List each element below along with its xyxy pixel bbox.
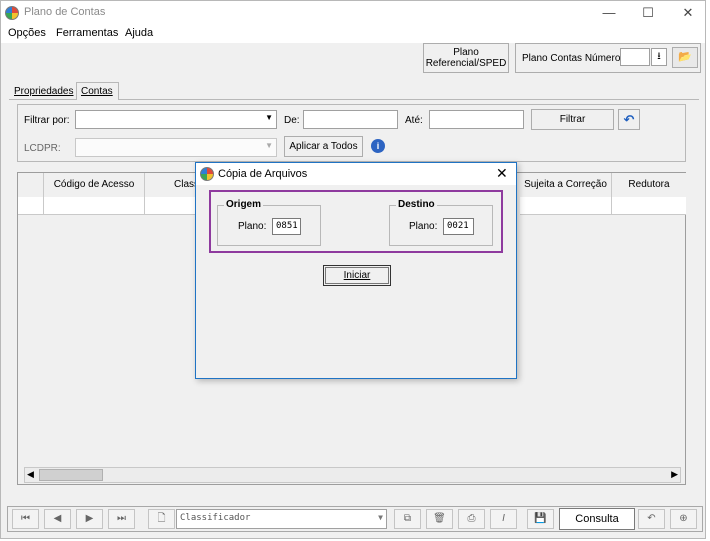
main-window: Plano de Contas — ☐ ✕ Opções Ferramentas… — [0, 0, 706, 539]
origem-group: Origem Plano: 0851 — [217, 199, 321, 246]
filtrar-button[interactable]: Filtrar — [531, 109, 614, 130]
table-cell[interactable] — [44, 197, 145, 215]
de-input[interactable] — [303, 110, 398, 129]
maximize-button[interactable]: ☐ — [636, 4, 660, 22]
consulta-mode[interactable]: Consulta — [559, 508, 635, 530]
delete-record-icon[interactable]: 🗑 — [426, 509, 453, 529]
lcdpr-label: LCDPR: — [24, 143, 61, 154]
classificador-select[interactable]: Classificador ▼ — [176, 509, 387, 529]
plano-numero-label: Plano Contas Número — [522, 53, 621, 64]
menu-bar: Opções Ferramentas Ajuda — [1, 25, 705, 43]
tab-contas-label: Contas — [81, 86, 113, 97]
next-record-icon[interactable]: ▶ — [76, 509, 103, 529]
filtrar-por-label: Filtrar por: — [24, 115, 70, 126]
save-icon[interactable]: 💾 — [527, 509, 554, 529]
chevron-down-icon: ▼ — [378, 513, 383, 522]
menu-opcoes[interactable]: Opções — [8, 27, 46, 39]
dialog-title: Cópia de Arquivos — [218, 168, 308, 180]
grid-header-sujeita[interactable]: Sujeita a Correção — [520, 173, 612, 197]
destino-legend: Destino — [396, 199, 437, 210]
origem-plano-input[interactable]: 0851 — [272, 218, 301, 235]
tab-propriedades[interactable]: Propriedades — [14, 86, 73, 97]
chevron-down-icon: ▼ — [265, 113, 273, 122]
destino-plano-input[interactable]: 0021 — [443, 218, 474, 235]
iniciar-button[interactable]: Iniciar — [323, 265, 391, 286]
window-title: Plano de Contas — [24, 6, 106, 18]
plano-numero-group: Plano Contas Número ⭳ 📂 — [515, 43, 701, 73]
de-label: De: — [284, 115, 300, 126]
dialog-title-bar: Cópia de Arquivos ✕ — [196, 163, 516, 185]
dialog-close-button[interactable]: ✕ — [496, 165, 508, 182]
grid-header-selector — [18, 173, 44, 197]
numero-dropdown-icon[interactable]: ⭳ — [651, 48, 667, 66]
open-folder-icon[interactable]: 📂 — [672, 47, 698, 68]
origem-legend: Origem — [224, 199, 264, 210]
plano-referencial-button[interactable]: Plano Referencial/SPED — [423, 43, 509, 73]
close-window-button[interactable]: ✕ — [676, 4, 700, 22]
plano-ref-line1: Plano — [453, 47, 479, 58]
horizontal-scrollbar[interactable]: ◀ ▶ — [24, 467, 681, 483]
cancel-icon[interactable]: ↶ — [638, 509, 665, 529]
chevron-down-icon: ▼ — [265, 141, 273, 150]
last-record-icon[interactable]: ⏭ — [108, 509, 135, 529]
table-row-selector[interactable] — [18, 197, 44, 215]
new-document-icon[interactable]: 🗋 — [148, 509, 175, 529]
scrollbar-thumb[interactable] — [39, 469, 103, 481]
grid-header-redutora[interactable]: Redutora — [612, 173, 686, 197]
ate-label: Até: — [405, 115, 423, 126]
table-cell[interactable] — [520, 197, 612, 215]
bottom-toolbar: ⏮ ◀ ▶ ⏭ 🗋 Classificador ▼ ⧉ 🗑 ⎙ I 💾 Cons… — [7, 506, 703, 532]
origem-plano-label: Plano: — [238, 221, 267, 232]
info-icon[interactable]: i — [371, 139, 385, 153]
destino-group: Destino Plano: 0021 — [389, 199, 493, 246]
classificador-value: Classificador — [180, 513, 251, 523]
scroll-right-icon[interactable]: ▶ — [671, 469, 678, 480]
dialog-app-icon — [200, 167, 214, 181]
print-icon[interactable]: ⎙ — [458, 509, 485, 529]
scroll-left-icon[interactable]: ◀ — [27, 469, 34, 480]
menu-ajuda[interactable]: Ajuda — [125, 27, 153, 39]
filtrar-por-select[interactable]: ▼ — [75, 110, 277, 129]
grid-header-codigo[interactable]: Código de Acesso — [44, 173, 145, 197]
minimize-button[interactable]: — — [597, 4, 621, 22]
copia-arquivos-dialog: Cópia de Arquivos ✕ Origem Plano: 0851 D… — [195, 162, 517, 379]
destino-plano-label: Plano: — [409, 221, 438, 232]
undo-icon[interactable]: ↶ — [618, 109, 640, 130]
app-logo-icon — [5, 6, 19, 20]
copy-record-icon[interactable]: ⧉ — [394, 509, 421, 529]
title-bar: Plano de Contas — ☐ ✕ — [1, 1, 705, 25]
filter-panel: Filtrar por: ▼ De: Até: Filtrar ↶ LCDPR:… — [17, 104, 686, 162]
first-record-icon[interactable]: ⏮ — [12, 509, 39, 529]
menu-ferramentas[interactable]: Ferramentas — [56, 27, 118, 39]
ate-input[interactable] — [429, 110, 524, 129]
search-binoculars-icon[interactable]: ⊕ — [670, 509, 697, 529]
aplicar-todos-button[interactable]: Aplicar a Todos — [284, 136, 363, 157]
lcdpr-select[interactable]: ▼ — [75, 138, 277, 157]
plano-numero-input[interactable] — [620, 48, 650, 66]
edit-icon[interactable]: I — [490, 509, 517, 529]
previous-record-icon[interactable]: ◀ — [44, 509, 71, 529]
tab-contas[interactable]: Contas — [76, 82, 119, 100]
plano-ref-line2: Referencial/SPED — [425, 58, 507, 69]
table-cell[interactable] — [612, 197, 686, 215]
